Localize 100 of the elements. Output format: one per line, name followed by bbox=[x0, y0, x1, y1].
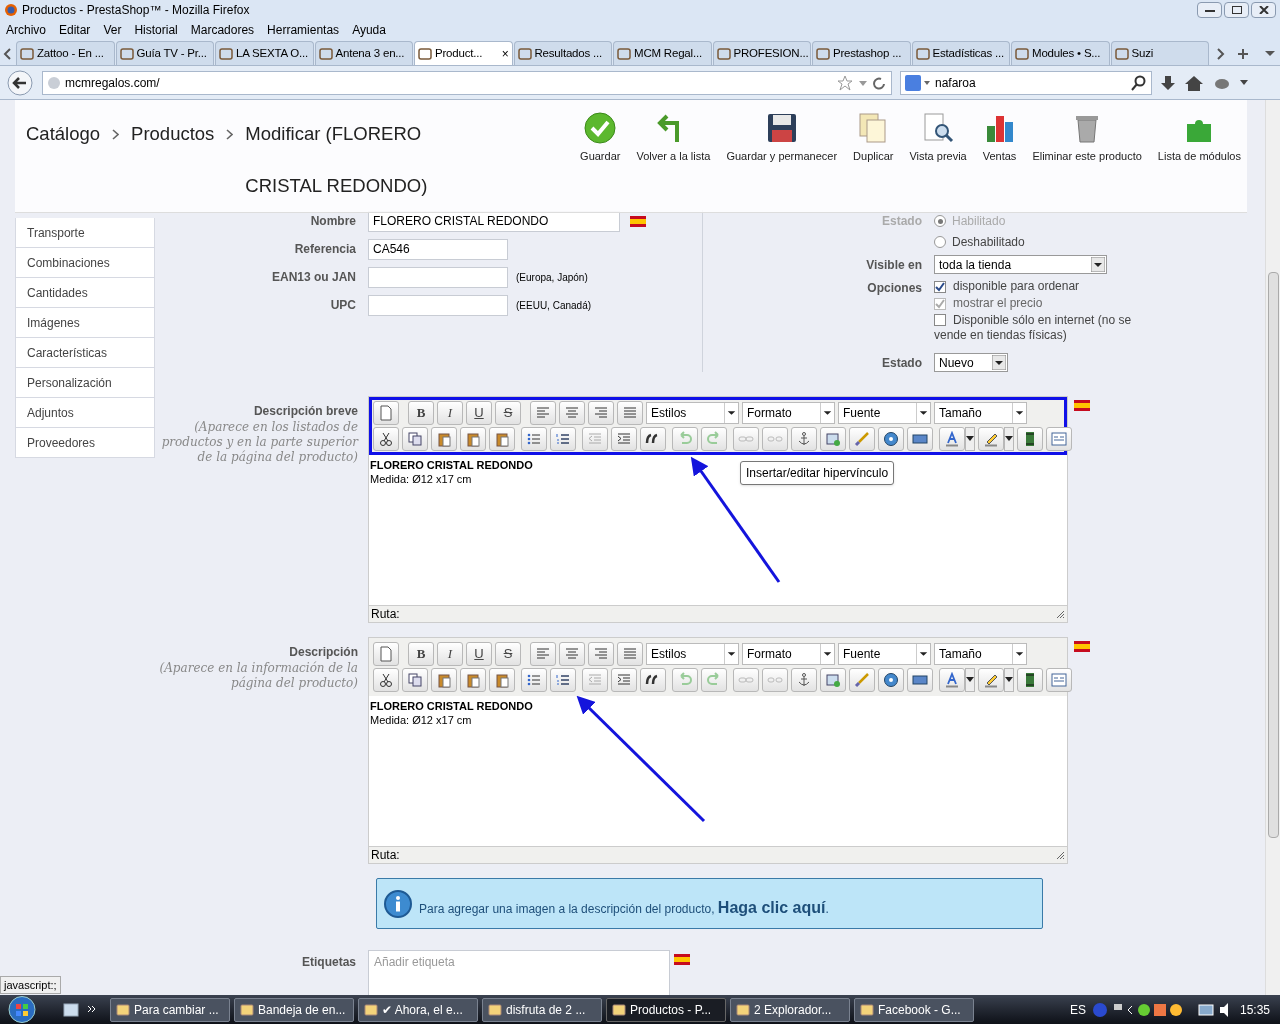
browser-tab[interactable]: Prestashop ... bbox=[812, 41, 911, 65]
tab-close-button[interactable]: × bbox=[501, 44, 509, 63]
taskbar-button[interactable]: 2 Explorador... bbox=[730, 997, 850, 1022]
sidebar-item[interactable]: Transporte bbox=[15, 218, 155, 248]
dropdown[interactable]: toda la tienda bbox=[934, 255, 1107, 274]
toolbar-button[interactable] bbox=[373, 668, 399, 692]
toolbar-button[interactable] bbox=[1017, 427, 1043, 451]
italic-button[interactable]: I bbox=[437, 401, 463, 425]
italic-button[interactable]: I bbox=[437, 642, 463, 666]
dropdown[interactable]: Fuente bbox=[838, 402, 931, 424]
toolbar-action[interactable]: Guardar bbox=[580, 112, 621, 165]
menu-item[interactable]: Ver bbox=[103, 21, 122, 39]
dropdown[interactable]: Tamaño bbox=[934, 643, 1027, 665]
download-icon bbox=[1160, 73, 1176, 92]
toolbar-action[interactable]: Vista previa bbox=[909, 112, 967, 165]
toolbar-action[interactable]: Ventas bbox=[982, 112, 1017, 165]
sidebar-item[interactable]: Personalización bbox=[15, 368, 155, 398]
browser-tab[interactable]: Modules • S... bbox=[1011, 41, 1110, 65]
toolbar-button[interactable] bbox=[907, 427, 933, 451]
toolbar-button[interactable] bbox=[640, 668, 666, 692]
sidebar-item[interactable]: Características bbox=[15, 338, 155, 368]
browser-tab[interactable]: PROFESION... bbox=[712, 41, 811, 65]
browser-tab[interactable]: Zattoo - En ... bbox=[16, 41, 115, 65]
taskbar-button[interactable]: Bandeja de en... bbox=[234, 997, 354, 1022]
radio-option[interactable]: Deshabilitado bbox=[934, 233, 1025, 251]
field-label: Nombre bbox=[309, 213, 357, 230]
dropdown-toggle[interactable] bbox=[965, 427, 975, 451]
breadcrumb-item[interactable]: Modificar (FLORERO CRISTAL REDONDO) bbox=[245, 108, 446, 212]
scrollbar[interactable] bbox=[1265, 100, 1280, 995]
taskbar-button[interactable]: ✔ Ahora, el e... bbox=[358, 997, 478, 1022]
dropdown[interactable]: Estilos bbox=[646, 643, 739, 665]
toolbar-action[interactable]: Eliminar este producto bbox=[1032, 112, 1142, 165]
input-field[interactable] bbox=[368, 294, 508, 316]
sidebar-item[interactable]: Imágenes bbox=[15, 308, 155, 338]
toolbar-button[interactable] bbox=[878, 668, 904, 692]
bold-button[interactable]: B bbox=[408, 642, 434, 666]
dropdown-toggle[interactable] bbox=[1004, 427, 1014, 451]
dropdown[interactable]: Nuevo bbox=[934, 353, 1008, 372]
bold-button[interactable]: B bbox=[408, 401, 434, 425]
menu-item[interactable]: Marcadores bbox=[190, 21, 255, 39]
browser-tab[interactable]: MCM Regal... bbox=[613, 41, 712, 65]
sidebar-item[interactable]: Proveedores bbox=[15, 428, 155, 458]
sidebar-item[interactable]: Adjuntos bbox=[15, 398, 155, 428]
toolbar-button[interactable] bbox=[373, 427, 399, 451]
toolbar-button[interactable] bbox=[878, 427, 904, 451]
browser-tab[interactable]: Guía TV - Pr... bbox=[115, 41, 214, 65]
toolbar-button[interactable] bbox=[939, 427, 965, 451]
toolbar-button[interactable] bbox=[939, 668, 965, 692]
dropdown[interactable]: Estilos bbox=[646, 402, 739, 424]
sidebar-item[interactable]: Combinaciones bbox=[15, 248, 155, 278]
breadcrumb-item[interactable]: Catálogo bbox=[26, 108, 101, 160]
strikethrough-button[interactable]: S bbox=[495, 401, 521, 425]
taskbar-button[interactable]: disfruta de 2 ... bbox=[482, 997, 602, 1022]
menu-item[interactable]: Ayuda bbox=[352, 21, 386, 39]
dropdown-toggle[interactable] bbox=[1004, 668, 1014, 692]
address-bar[interactable]: mcmregalos.com/ bbox=[42, 70, 892, 95]
taskbar-button[interactable]: Facebook - G... bbox=[854, 997, 974, 1022]
underline-button[interactable]: U bbox=[466, 401, 492, 425]
browser-tab[interactable]: Antena 3 en... bbox=[314, 41, 413, 65]
strikethrough-button[interactable]: S bbox=[495, 642, 521, 666]
browser-tab[interactable]: Estadísticas ... bbox=[911, 41, 1010, 65]
toolbar-action[interactable]: Volver a la lista bbox=[636, 112, 711, 165]
taskbar-button[interactable]: Productos - P... bbox=[606, 997, 726, 1022]
sidebar-item[interactable]: Cantidades bbox=[15, 278, 155, 308]
underline-button[interactable]: U bbox=[466, 642, 492, 666]
menu-item[interactable]: Editar bbox=[59, 21, 91, 39]
minimize-button[interactable] bbox=[1197, 2, 1222, 18]
search-field[interactable]: nafaroa bbox=[900, 70, 1152, 95]
browser-tab[interactable]: Suzi bbox=[1110, 41, 1209, 65]
browser-tab[interactable]: LA SEXTA O... bbox=[215, 41, 314, 65]
toolbar-button[interactable] bbox=[978, 427, 1004, 451]
field-label: Etiquetas bbox=[301, 954, 357, 971]
maximize-button[interactable] bbox=[1224, 2, 1249, 18]
close-button[interactable] bbox=[1251, 2, 1276, 18]
language-indicator[interactable]: ES bbox=[1069, 1000, 1086, 1019]
toolbar-button[interactable] bbox=[907, 668, 933, 692]
toolbar-button[interactable] bbox=[1017, 668, 1043, 692]
input-field[interactable]: CA546 bbox=[368, 238, 508, 260]
taskbar-button[interactable]: Para cambiar ... bbox=[110, 997, 230, 1022]
menu-item[interactable]: Historial bbox=[134, 21, 178, 39]
browser-tab[interactable]: Product... × bbox=[414, 41, 513, 65]
input-field[interactable] bbox=[368, 266, 508, 288]
checkbox-option[interactable]: disponible para ordenar bbox=[934, 279, 1154, 294]
dropdown[interactable]: Fuente bbox=[838, 643, 931, 665]
app-icon bbox=[364, 1002, 378, 1017]
toolbar-action[interactable]: Guardar y permanecer bbox=[726, 112, 838, 165]
menu-item[interactable]: Archivo bbox=[6, 21, 46, 39]
dropdown[interactable]: Formato bbox=[742, 402, 835, 424]
checkbox-option[interactable]: Disponible sólo en internet (no se vende en tiendas físicas) bbox=[934, 313, 1154, 343]
toolbar-action[interactable]: Duplicar bbox=[853, 112, 894, 165]
dropdown[interactable]: Tamaño bbox=[934, 402, 1027, 424]
breadcrumb-item[interactable]: Productos bbox=[131, 108, 215, 160]
dropdown-toggle[interactable] bbox=[965, 668, 975, 692]
toolbar-button[interactable] bbox=[640, 427, 666, 451]
tag-input-field[interactable]: Añadir etiqueta bbox=[368, 950, 670, 995]
dropdown[interactable]: Formato bbox=[742, 643, 835, 665]
browser-tab[interactable]: Resultados ... bbox=[513, 41, 612, 65]
toolbar-button[interactable] bbox=[978, 668, 1004, 692]
toolbar-action[interactable]: Lista de módulos bbox=[1157, 112, 1241, 165]
menu-item[interactable]: Herramientas bbox=[267, 21, 340, 39]
